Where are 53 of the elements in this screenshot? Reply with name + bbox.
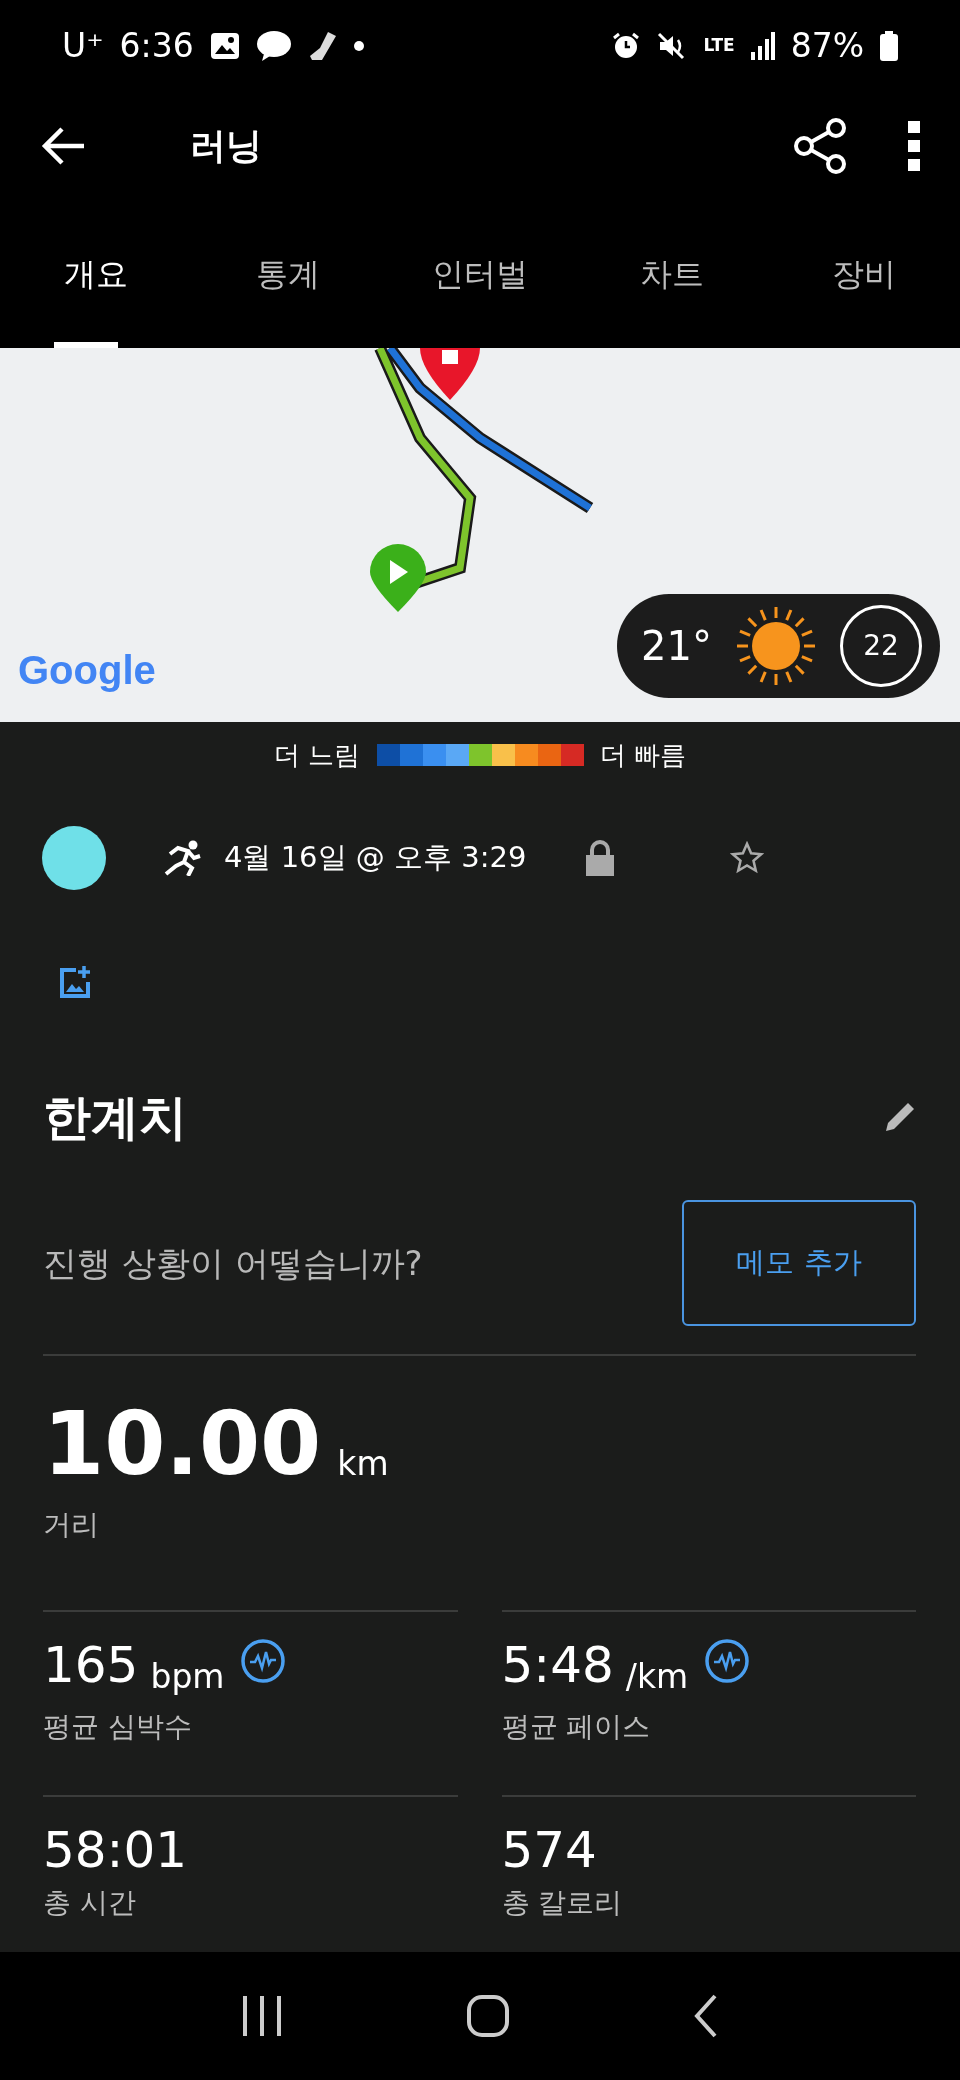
start-marker-icon (370, 544, 426, 612)
network-type: LTE (703, 34, 735, 58)
lock-icon[interactable] (584, 840, 617, 876)
runner-icon (164, 840, 202, 876)
tab[interactable]: 개요 (0, 200, 192, 348)
page-title: 러닝 (190, 124, 262, 168)
star-icon[interactable] (730, 841, 765, 875)
stat-value: 58:01 (43, 1823, 188, 1878)
stat-label: 총 칼로리 (501, 1885, 624, 1921)
clock-time: 6:36 (119, 25, 194, 68)
map-logo: Google (18, 647, 156, 694)
alarm-icon (611, 31, 642, 61)
stat-value: 574 (501, 1823, 597, 1878)
notes-prompt: 진행 상황이 어떻습니까? (43, 1241, 423, 1285)
wind-dial: 22 (840, 605, 922, 687)
legend-label: 더 빠름 (599, 738, 686, 772)
signal-icon (750, 32, 775, 60)
tab[interactable]: 차트 (576, 200, 768, 348)
heart-rate-icon[interactable] (704, 1638, 751, 1684)
sun-icon (736, 606, 816, 686)
dot-icon (353, 41, 364, 51)
battery-icon (880, 31, 898, 61)
stat-value: 5:48 (501, 1638, 614, 1693)
share-icon[interactable] (794, 118, 846, 174)
stat-label: 총 시간 (43, 1885, 137, 1921)
heart-rate-icon[interactable] (240, 1638, 287, 1684)
tab[interactable]: 통계 (192, 200, 384, 348)
distance-value: 10.00 (43, 1400, 322, 1488)
recent-apps-icon[interactable] (241, 1994, 284, 2038)
home-icon[interactable] (466, 1994, 510, 2038)
stat-label: 평균 페이스 (501, 1708, 652, 1745)
back-arrow-icon[interactable] (40, 126, 86, 166)
tab[interactable]: 인터벌 (384, 200, 576, 348)
temperature: 21° (641, 622, 712, 671)
stat-value: 165 (43, 1638, 139, 1693)
stat-unit: /km (625, 1656, 689, 1698)
image-icon (209, 32, 240, 60)
stat-unit: bpm (150, 1656, 225, 1698)
tab[interactable]: 장비 (768, 200, 960, 348)
activity-title: 한계치 (43, 1088, 187, 1147)
distance-unit: km (337, 1442, 389, 1485)
activity-date: 4월 16일 @ 오후 3:29 (224, 839, 527, 877)
chat-bubble-icon (255, 30, 292, 62)
legend-label: 더 느림 (274, 738, 361, 772)
back-icon[interactable] (692, 1993, 719, 2039)
stat-label: 거리 (43, 1507, 100, 1543)
finish-marker-icon (420, 348, 480, 400)
add-memo-button[interactable]: 메모 추가 (682, 1200, 916, 1326)
carrier: U⁺ (62, 25, 104, 68)
route-map[interactable]: Google 21° 22 (0, 348, 960, 722)
battery-percent: 87% (790, 25, 864, 68)
more-options-icon[interactable] (908, 121, 920, 171)
stat-label: 평균 심박수 (43, 1708, 193, 1745)
